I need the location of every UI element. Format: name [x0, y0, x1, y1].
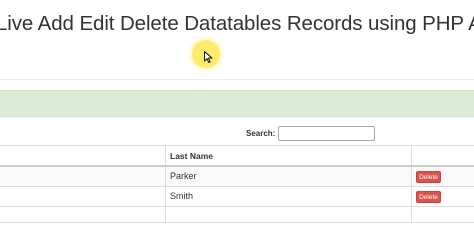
column-divider [411, 187, 412, 206]
last-name-cell[interactable]: Parker [170, 171, 197, 181]
column-header-last-name[interactable]: Last Name [170, 151, 213, 161]
title-divider [0, 79, 474, 80]
mouse-pointer-icon [204, 51, 213, 63]
page: Live Add Edit Delete Datatables Records … [0, 0, 474, 248]
column-divider [165, 167, 166, 186]
search-input[interactable] [278, 126, 376, 141]
status-bar [0, 90, 474, 117]
column-divider [411, 167, 412, 186]
table-header-row: Last Name [0, 145, 474, 167]
column-divider [411, 207, 412, 222]
table-footer-row [0, 207, 474, 223]
page-title: Live Add Edit Delete Datatables Records … [0, 12, 474, 35]
table-row: Parker Delete [0, 167, 474, 187]
column-divider [165, 207, 166, 222]
delete-button[interactable]: Delete [416, 191, 441, 203]
search-label: Search: [246, 129, 276, 138]
last-name-cell[interactable]: Smith [170, 191, 193, 201]
column-divider [165, 146, 166, 165]
records-table: Last Name Parker Delete Smith Delete [0, 145, 474, 223]
search-container: Search: [246, 126, 376, 141]
column-divider [165, 187, 166, 206]
table-row: Smith Delete [0, 187, 474, 207]
column-divider [411, 146, 412, 165]
delete-button[interactable]: Delete [416, 171, 441, 183]
